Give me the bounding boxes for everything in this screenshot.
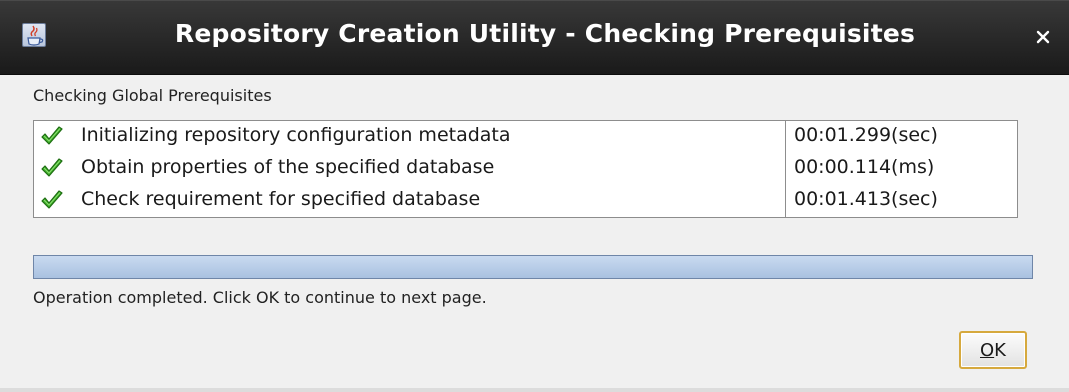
title-bar[interactable]: Repository Creation Utility - Checking P… [0, 0, 1069, 75]
green-check-icon [40, 126, 64, 148]
ok-button[interactable]: OK [959, 331, 1027, 369]
close-icon[interactable] [1029, 22, 1057, 52]
table-row[interactable]: Initializing repository configuration me… [34, 121, 1017, 153]
table-row[interactable]: Check requirement for specified database… [34, 185, 1017, 217]
prerequisite-name: Check requirement for specified database [81, 188, 481, 210]
green-check-icon [40, 190, 64, 212]
window-bottom-edge [0, 388, 1069, 392]
java-coffee-cup-icon [22, 23, 46, 47]
status-message: Operation completed. Click OK to continu… [33, 288, 487, 307]
prerequisites-table: Initializing repository configuration me… [33, 120, 1018, 218]
green-check-icon [40, 158, 64, 180]
prerequisite-time: 00:01.413(sec) [785, 185, 1017, 217]
progress-fill [34, 256, 1032, 278]
prerequisite-time: 00:00.114(ms) [785, 153, 1017, 185]
window-title: Repository Creation Utility - Checking P… [174, 19, 916, 48]
prerequisite-time: 00:01.299(sec) [785, 121, 1017, 153]
progress-bar [33, 255, 1033, 279]
rcu-dialog: Repository Creation Utility - Checking P… [0, 0, 1069, 392]
table-row[interactable]: Obtain properties of the specified datab… [34, 153, 1017, 185]
prerequisite-name: Initializing repository configuration me… [81, 124, 511, 146]
ok-label-rest: K [994, 339, 1006, 361]
section-heading: Checking Global Prerequisites [33, 86, 272, 105]
prerequisite-name: Obtain properties of the specified datab… [81, 156, 495, 178]
ok-mnemonic: O [980, 339, 995, 361]
